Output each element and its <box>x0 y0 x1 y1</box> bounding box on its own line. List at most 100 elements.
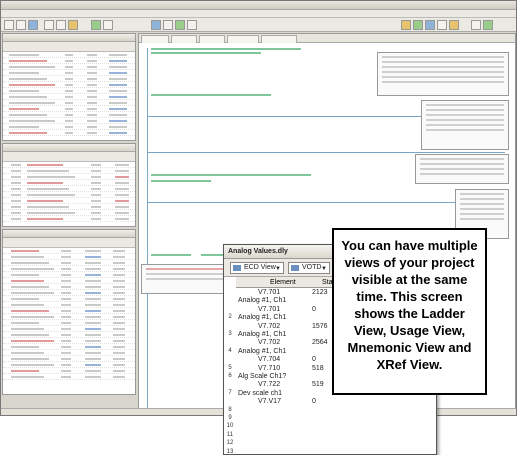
rung-wire <box>147 152 505 153</box>
row-number: 9 <box>228 415 232 421</box>
element-type-value: VOTD <box>302 264 322 271</box>
compile-icon[interactable] <box>413 20 423 30</box>
main-toolbar <box>1 18 516 32</box>
rung-comment <box>151 254 191 256</box>
run-icon[interactable] <box>91 20 101 30</box>
element-type-select[interactable]: VOTD ▼ <box>288 262 330 274</box>
coil-icon[interactable] <box>163 20 173 30</box>
row-number: 13 <box>226 448 234 455</box>
view-tabs <box>139 34 515 43</box>
status-cell: 0 <box>312 398 316 406</box>
element-cell[interactable]: Alg Scale Ch1? <box>238 373 286 380</box>
title-bar <box>1 1 516 10</box>
element-cell[interactable]: V7.V17 <box>258 398 281 405</box>
row-number: 3 <box>228 331 232 337</box>
status-cell: 518 <box>312 364 324 372</box>
mnemonic-view-title <box>3 144 135 152</box>
rung-comment <box>151 94 271 96</box>
status-cell: 2123 <box>312 289 328 296</box>
debug-icon[interactable] <box>449 20 459 30</box>
status-cell: 0 <box>312 356 316 364</box>
copy-icon[interactable] <box>56 20 66 30</box>
monitor-icon[interactable] <box>401 20 411 30</box>
cut-icon[interactable] <box>44 20 54 30</box>
download-icon[interactable] <box>425 20 435 30</box>
screenshot: Analog Values.dly ECD View ▼ VOTD ▼ Elem… <box>0 0 517 455</box>
callout-box: You can have multiple views of your proj… <box>332 228 487 395</box>
contact-icon[interactable] <box>151 20 161 30</box>
element-cell[interactable]: V7.702 <box>258 339 280 346</box>
row-number: 5 <box>228 364 232 371</box>
mnemonic-table <box>3 162 135 222</box>
rung-wire <box>147 202 505 203</box>
element-cell[interactable]: V7.722 <box>258 381 280 388</box>
chevron-down-icon: ▼ <box>321 266 327 272</box>
table-row[interactable] <box>3 216 135 222</box>
menu-bar <box>1 10 516 18</box>
instruction-box[interactable] <box>141 264 231 294</box>
upload-icon[interactable] <box>437 20 447 30</box>
wire-icon[interactable] <box>187 20 197 30</box>
view-format-icon <box>233 265 241 271</box>
xref-view-toolbar <box>3 238 135 248</box>
row-number: 2 <box>228 314 232 321</box>
tab-3[interactable] <box>199 35 225 43</box>
row-number: 8 <box>228 406 232 413</box>
mnemonic-view-pane <box>2 143 136 227</box>
mnemonic-view-toolbar <box>3 152 135 162</box>
row-number: 6 <box>228 373 232 379</box>
xref-view-pane <box>2 229 136 395</box>
element-cell[interactable]: V7.710 <box>258 365 280 372</box>
element-cell[interactable]: Dev scale ch1 <box>238 390 282 397</box>
rung-comment <box>151 48 301 50</box>
stop-icon[interactable] <box>103 20 113 30</box>
zoom-icon[interactable] <box>471 20 481 30</box>
usage-view-pane <box>2 33 136 141</box>
left-power-rail <box>147 48 148 408</box>
xref-table <box>3 248 135 380</box>
xref-view-title <box>3 230 135 238</box>
save-icon[interactable] <box>28 20 38 30</box>
element-cell[interactable]: Analog #1, Ch1 <box>238 331 286 338</box>
box-instruction-icon[interactable] <box>175 20 185 30</box>
usage-table <box>3 52 135 136</box>
view-format-select[interactable]: ECD View ▼ <box>230 262 284 274</box>
tab-1[interactable] <box>141 35 169 43</box>
row-number: 10 <box>226 423 234 430</box>
callout-text: You can have multiple views of your proj… <box>341 238 478 372</box>
row-number: 11 <box>226 431 234 438</box>
rung-comment <box>151 52 261 54</box>
usage-view-title <box>3 34 135 42</box>
row-number: 4 <box>228 347 232 354</box>
status-cell: 1576 <box>312 322 328 330</box>
table-row[interactable] <box>3 374 135 380</box>
element-cell[interactable]: V7.704 <box>258 356 280 363</box>
usage-view-toolbar <box>3 42 135 52</box>
row-number: 7 <box>228 389 232 396</box>
element-cell[interactable]: V7.701 <box>258 289 280 296</box>
element-cell[interactable]: Analog #1, Ch1 <box>238 297 286 304</box>
paste-icon[interactable] <box>68 20 78 30</box>
element-cell[interactable]: Analog #1, Ch1 <box>238 314 286 321</box>
element-cell[interactable]: V7.701 <box>258 306 280 313</box>
rung-comment <box>151 174 311 176</box>
status-cell: 2564 <box>312 339 328 347</box>
instruction-box[interactable] <box>415 154 509 184</box>
instruction-box[interactable] <box>421 100 509 150</box>
chevron-down-icon: ▼ <box>275 266 281 272</box>
instruction-box[interactable] <box>377 52 509 96</box>
help-icon[interactable] <box>483 20 493 30</box>
table-row[interactable] <box>3 130 135 136</box>
new-icon[interactable] <box>4 20 14 30</box>
element-cell[interactable]: Analog #1, Ch1 <box>238 348 286 355</box>
element-type-icon <box>291 265 299 271</box>
open-icon[interactable] <box>16 20 26 30</box>
row-number: 12 <box>226 440 234 447</box>
tab-2[interactable] <box>171 35 197 43</box>
status-cell: 519 <box>312 381 324 389</box>
tab-5[interactable] <box>261 35 297 43</box>
rung-comment <box>151 180 211 182</box>
view-format-value: ECD View <box>244 264 276 271</box>
element-cell[interactable]: V7.702 <box>258 323 280 330</box>
tab-4[interactable] <box>227 35 259 43</box>
